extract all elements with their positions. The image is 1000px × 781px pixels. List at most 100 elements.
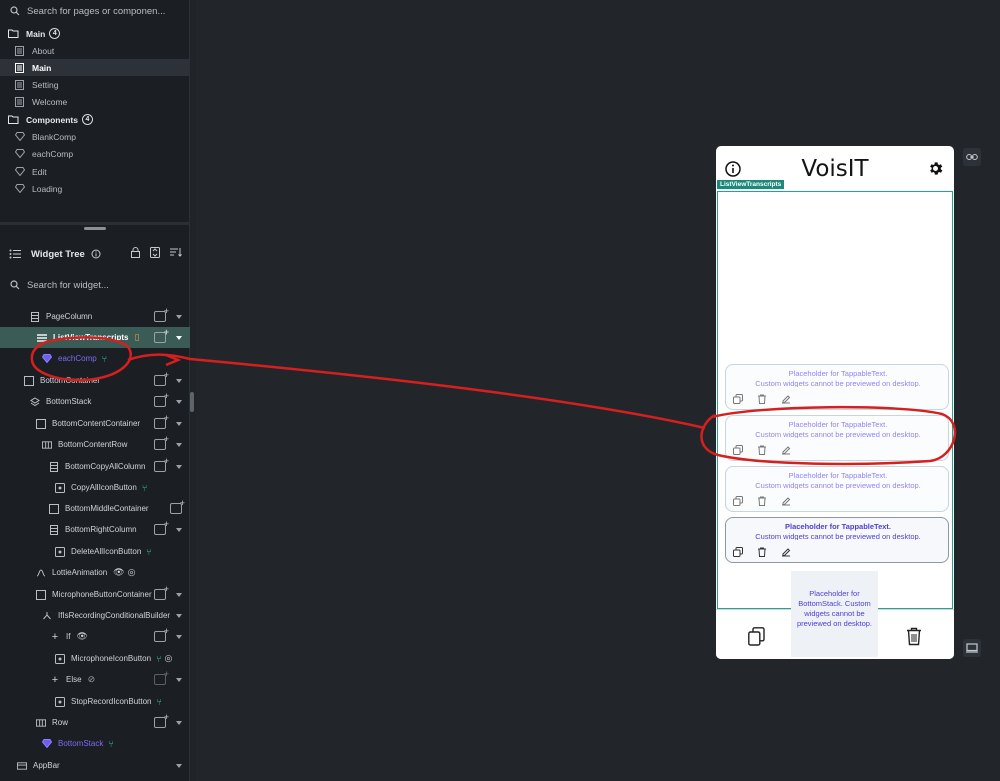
bottom-stack-placeholder[interactable]: Placeholder for BottomStack. Custom widg… [791,571,878,657]
chevron-down-icon[interactable] [176,335,182,340]
tree-row-eachcomp[interactable]: eachComp ⑂ [0,348,190,369]
folder-components[interactable]: Components 4 [0,111,190,128]
lock-icon[interactable] [131,247,140,261]
widget-search[interactable]: Search for widget... [0,274,190,296]
add-child-icon[interactable] [154,712,169,728]
transcript-card[interactable]: Placeholder for TappableText. Custom widg… [725,517,949,563]
component-item-label: eachComp [32,148,74,159]
chevron-down-icon[interactable] [176,527,182,532]
edit-icon[interactable] [781,496,791,506]
add-child-icon[interactable] [154,669,169,685]
pages-search-input[interactable]: Search for pages or componen... [27,6,165,17]
tree-row-copyalliconbutton[interactable]: CopyAllIconButton ⑂ [0,477,190,498]
add-child-icon[interactable] [154,327,169,343]
tree-row-appbar[interactable]: AppBar [0,755,190,776]
chevron-down-icon[interactable] [176,613,182,618]
resize-handle[interactable] [84,227,106,230]
add-child-icon[interactable] [154,391,169,407]
tree-row-microphoneiconbutton[interactable]: MicrophoneIconButton ⑂ ◎ [0,648,190,669]
tree-row-deletealliconbutton[interactable]: DeleteAllIconButton ⑂ [0,541,190,562]
page-item-setting[interactable]: Setting [0,76,190,93]
tree-row-stoprecordiconbutton[interactable]: StopRecordIconButton ⑂ [0,691,190,712]
add-child-icon[interactable] [154,456,169,472]
add-child-icon[interactable] [154,584,169,600]
expand-collapse-icon[interactable] [150,247,160,261]
tree-row-lottieanimation[interactable]: LottieAnimation 👁 ◎ [0,562,190,583]
transcript-card[interactable]: Placeholder for TappableText. Custom widg… [725,466,949,512]
tree-row-listviewtranscripts[interactable]: ListViewTranscripts ▯ [0,327,190,348]
tree-row-bottomcontentcontainer[interactable]: BottomContentContainer [0,413,190,434]
trash-icon[interactable] [757,496,767,506]
transcript-card[interactable]: Placeholder for TappableText. Custom widg… [725,364,949,410]
tree-row-if[interactable]: + If 👁 [0,626,190,647]
settings-gear-icon[interactable] [927,160,944,177]
chevron-down-icon[interactable] [176,421,182,426]
page-item-about[interactable]: About [0,42,190,59]
folder-open-icon [8,114,19,125]
folder-main[interactable]: Main 4 [0,25,190,42]
chevron-down-icon[interactable] [176,634,182,639]
info-icon[interactable] [91,249,101,259]
tree-row-row[interactable]: Row [0,712,190,733]
component-item-blankcomp[interactable]: BlankComp [0,128,190,145]
add-child-icon[interactable] [154,370,169,386]
add-child-icon[interactable] [170,498,185,514]
add-child-icon[interactable] [154,434,169,450]
copy-all-icon[interactable] [748,627,765,646]
component-item-eachcomp[interactable]: eachComp [0,145,190,162]
plus-icon[interactable]: + [50,631,60,643]
plus-icon[interactable]: + [50,674,60,686]
tree-row-microphonebuttoncontainer[interactable]: MicrophoneButtonContainer [0,584,190,605]
tree-row-bottomstack[interactable]: BottomStack [0,391,190,412]
component-item-loading[interactable]: Loading [0,180,190,197]
container-icon [36,418,46,429]
widget-search-input[interactable]: Search for widget... [27,280,109,291]
pages-search[interactable]: Search for pages or componen... [0,0,190,22]
add-child-icon[interactable] [154,626,169,642]
chevron-down-icon[interactable] [176,314,182,319]
chevron-down-icon[interactable] [176,592,182,597]
add-child-icon[interactable] [154,413,169,429]
tree-row-bottommiddlecontainer[interactable]: BottomMiddleContainer [0,498,190,519]
copy-icon[interactable] [733,394,743,404]
component-item-edit[interactable]: Edit [0,163,190,180]
edit-icon[interactable] [781,547,791,557]
desktop-preview-icon[interactable] [963,639,981,657]
tree-row-bottomstack-component[interactable]: BottomStack ⑂ [0,733,190,754]
link-icon[interactable] [963,148,981,166]
chevron-down-icon[interactable] [176,378,182,383]
chevron-down-icon[interactable] [176,720,182,725]
copy-icon[interactable] [733,496,743,506]
page-item-welcome[interactable]: Welcome [0,93,190,110]
chevron-down-icon[interactable] [176,399,182,404]
tree-row-pagecolumn[interactable]: PageColumn [0,306,190,327]
trash-icon[interactable] [757,445,767,455]
chevron-down-icon[interactable] [176,442,182,447]
tree-scrollbar[interactable] [190,392,194,412]
trash-icon[interactable] [757,547,767,557]
chevron-down-icon[interactable] [176,677,182,682]
edit-icon[interactable] [781,445,791,455]
sort-options-icon[interactable] [170,247,182,261]
trash-icon[interactable] [757,394,767,404]
edit-icon[interactable] [781,394,791,404]
chevron-down-icon[interactable] [176,763,182,768]
eye-off-icon[interactable]: ⊘ [88,674,96,685]
transcript-card[interactable]: Placeholder for TappableText. Custom widg… [725,415,949,461]
eye-icon[interactable]: 👁 [76,631,87,642]
tree-row-ifisrecordingconditionalbuilder[interactable]: IfIsRecordingConditionalBuilder [0,605,190,626]
tree-row-bottomcopyallcolumn[interactable]: BottomCopyAllColumn [0,456,190,477]
delete-all-icon[interactable] [906,627,922,646]
copy-icon[interactable] [733,445,743,455]
copy-icon[interactable] [733,547,743,557]
tree-row-bottomrightcolumn[interactable]: BottomRightColumn [0,519,190,540]
chevron-down-icon[interactable] [176,464,182,469]
tree-row-else[interactable]: + Else ⊘ [0,669,190,690]
tree-row-bottomcontainer[interactable]: BottomContainer [0,370,190,391]
eye-icon[interactable]: 👁 [113,567,124,578]
add-child-icon[interactable] [154,306,169,322]
listview-transcripts[interactable]: Placeholder for TappableText. Custom widg… [717,191,953,609]
tree-row-bottomcontentrow[interactable]: BottomContentRow [0,434,190,455]
page-item-main[interactable]: Main [0,59,190,76]
add-child-icon[interactable] [154,519,169,535]
